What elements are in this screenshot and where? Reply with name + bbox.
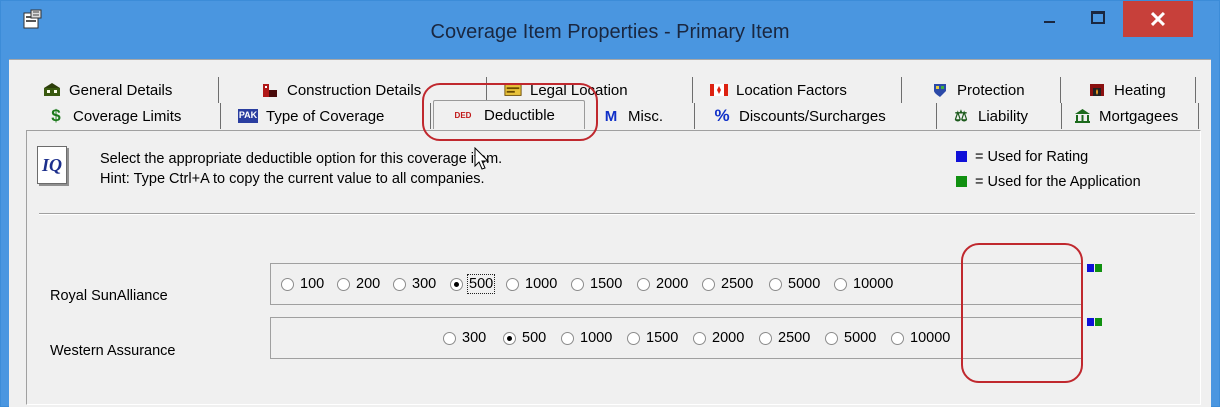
hint-text: Hint: Type Ctrl+A to copy the current va… xyxy=(100,171,485,187)
application-marker xyxy=(1095,264,1102,272)
radio-option[interactable]: 1500 xyxy=(571,276,622,292)
rating-swatch xyxy=(956,151,967,162)
ded-icon: DED xyxy=(454,110,472,120)
title-bar[interactable]: Coverage Item Properties - Primary Item … xyxy=(1,1,1219,59)
tab-label: Deductible xyxy=(484,106,555,124)
divider xyxy=(39,213,1195,215)
radio-option[interactable]: 5000 xyxy=(769,276,820,292)
tab-label: Type of Coverage xyxy=(266,107,385,125)
scales-icon: ⚖ xyxy=(954,108,968,125)
tab-misc[interactable]: M Misc. xyxy=(592,103,695,129)
tab-label: Misc. xyxy=(628,107,663,125)
tab-protection[interactable]: Protection xyxy=(921,77,1061,103)
radio-option[interactable]: 10000 xyxy=(834,276,893,292)
radio-option[interactable]: 5000 xyxy=(825,330,876,346)
minimize-button[interactable] xyxy=(1025,1,1073,37)
tab-label: Location Factors xyxy=(736,81,847,99)
tab-label: Discounts/Surcharges xyxy=(739,107,886,125)
deductible-options-royal-sunalliance: 100 200 300 500 1000 1500 2000 2500 5000… xyxy=(270,263,1083,305)
radio-option[interactable]: 100 xyxy=(281,276,324,292)
deductible-panel: IQ Select the appropriate deductible opt… xyxy=(26,130,1201,405)
map-icon xyxy=(504,82,522,98)
tab-location-factors[interactable]: Location Factors xyxy=(700,77,902,103)
legend: = Used for Rating = Used for the Applica… xyxy=(956,145,1141,195)
rating-marker xyxy=(1087,264,1094,272)
tab-label: Mortgagees xyxy=(1099,107,1179,125)
application-swatch xyxy=(956,176,967,187)
radio-option[interactable]: 200 xyxy=(337,276,380,292)
maximize-button[interactable] xyxy=(1073,1,1121,37)
mouse-cursor-icon xyxy=(474,147,490,170)
legend-application: = Used for the Application xyxy=(956,170,1141,195)
radio-option[interactable]: 2500 xyxy=(759,330,810,346)
tab-liability[interactable]: ⚖ Liability xyxy=(942,103,1062,129)
radio-option[interactable]: 1000 xyxy=(506,276,557,292)
pak-icon: PAK xyxy=(238,109,258,123)
shield-icon xyxy=(931,82,949,98)
deductible-options-western-assurance: 300 500 1000 1500 2000 2500 5000 10000 xyxy=(270,317,1083,359)
percent-icon: % xyxy=(714,106,730,125)
company-name: Royal SunAlliance xyxy=(50,288,168,304)
tab-deductible[interactable]: DED Deductible xyxy=(433,100,585,129)
radio-option-selected[interactable]: 500 xyxy=(450,274,496,294)
radio-option-selected[interactable]: 500 xyxy=(503,330,546,346)
tab-label: Construction Details xyxy=(287,81,422,99)
tab-label: Coverage Limits xyxy=(73,107,182,125)
building-icon xyxy=(261,82,279,98)
dialog-window: Coverage Item Properties - Primary Item … xyxy=(0,0,1220,407)
radio-option[interactable]: 1000 xyxy=(561,330,612,346)
radio-option[interactable]: 300 xyxy=(443,330,486,346)
tab-label: Liability xyxy=(978,107,1029,125)
tab-label: General Details xyxy=(69,81,173,99)
tab-mortgagees[interactable]: Mortgagees xyxy=(1063,103,1199,129)
radio-option[interactable]: 2000 xyxy=(637,276,688,292)
tab-label: Protection xyxy=(957,81,1025,99)
tab-heating[interactable]: Heating xyxy=(1078,77,1196,103)
iq-help-icon: IQ xyxy=(37,146,67,184)
tab-label: Legal Location xyxy=(530,81,628,99)
m-icon: M xyxy=(604,107,618,125)
bank-icon xyxy=(1073,108,1091,124)
radio-option[interactable]: 2500 xyxy=(702,276,753,292)
application-marker xyxy=(1095,318,1102,326)
tab-label: Heating xyxy=(1114,81,1166,99)
fireplace-icon xyxy=(1088,82,1106,98)
radio-option[interactable]: 2000 xyxy=(693,330,744,346)
legend-rating: = Used for Rating xyxy=(956,145,1141,170)
tab-general-details[interactable]: General Details xyxy=(33,77,219,103)
tab-type-of-coverage[interactable]: PAK Type of Coverage xyxy=(228,103,431,129)
close-button[interactable]: ✕ xyxy=(1123,1,1193,37)
dialog-body: General Details Construction Details Leg… xyxy=(9,59,1211,407)
radio-option[interactable]: 300 xyxy=(393,276,436,292)
instruction-text: Select the appropriate deductible option… xyxy=(100,151,503,167)
radio-option[interactable]: 1500 xyxy=(627,330,678,346)
close-icon: ✕ xyxy=(1148,7,1168,32)
rating-marker xyxy=(1087,318,1094,326)
radio-option[interactable]: 10000 xyxy=(891,330,950,346)
tab-coverage-limits[interactable]: $ Coverage Limits xyxy=(37,103,221,129)
instructions: Select the appropriate deductible option… xyxy=(100,149,502,189)
house-icon xyxy=(43,82,61,98)
dollar-icon: $ xyxy=(51,106,61,125)
company-name: Western Assurance xyxy=(50,343,176,359)
tab-discounts-surcharges[interactable]: % Discounts/Surcharges xyxy=(703,103,937,129)
canada-flag-icon xyxy=(710,82,728,98)
